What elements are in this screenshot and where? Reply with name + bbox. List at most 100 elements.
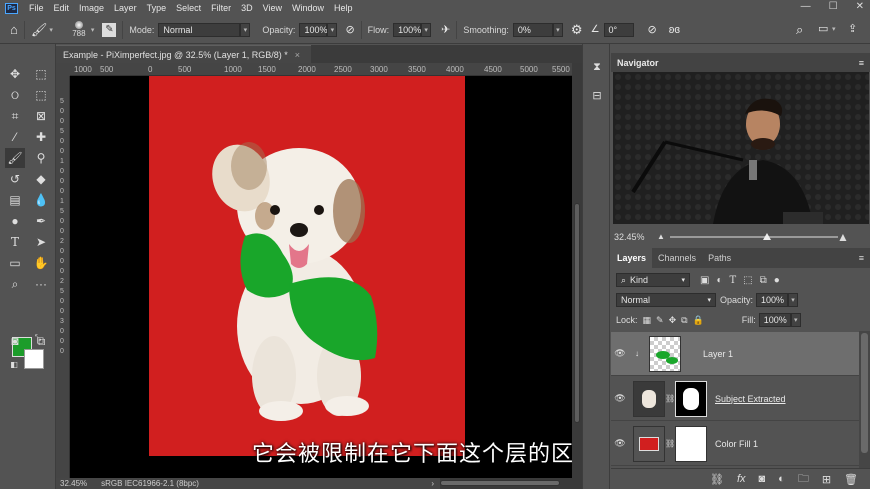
layer-fill-field[interactable]: 100% <box>758 313 791 327</box>
navigator-zoom-value[interactable]: 32.45% <box>614 232 645 242</box>
layers-scrollbar[interactable] <box>859 331 870 468</box>
history-brush-tool-icon[interactable]: ↺ <box>5 169 25 189</box>
lock-image-icon[interactable]: ✎ <box>656 315 664 326</box>
search-icon[interactable]: ⌕ <box>796 22 803 38</box>
chevron-down-icon[interactable]: ▾ <box>421 22 432 37</box>
chevron-down-icon[interactable]: ▾ <box>327 22 338 37</box>
more-tools-icon[interactable]: ··· <box>31 274 51 294</box>
brush-size-picker[interactable]: 788 <box>67 21 91 38</box>
dodge-tool-icon[interactable]: ● <box>5 211 25 231</box>
visibility-eye-icon[interactable]: 👁 <box>611 393 629 404</box>
object-selection-tool-icon[interactable]: ⬚ <box>31 85 51 105</box>
menu-3d[interactable]: 3D <box>236 3 258 13</box>
status-zoom[interactable]: 32.45% <box>60 479 87 488</box>
lock-position-icon[interactable]: ✥ <box>669 315 677 326</box>
add-mask-icon[interactable]: ◙ <box>759 473 766 485</box>
mountain-small-icon[interactable]: ▲ <box>657 232 665 241</box>
mountain-large-icon[interactable]: ▲ <box>837 230 849 244</box>
menu-edit[interactable]: Edit <box>49 3 75 13</box>
lock-all-icon[interactable]: 🔒 <box>693 315 704 326</box>
crop-tool-icon[interactable]: ⌗ <box>5 106 25 126</box>
navigator-zoom-slider[interactable] <box>670 236 838 238</box>
layer-row-layer-1[interactable]: 👁 ↓ Layer 1 <box>611 332 859 376</box>
layer-opacity-field[interactable]: 100% <box>756 293 789 307</box>
eraser-tool-icon[interactable]: ◆ <box>31 169 51 189</box>
flow-field[interactable]: 100% <box>393 22 421 37</box>
chevron-down-icon[interactable]: ▾ <box>788 293 799 307</box>
trash-icon[interactable]: 🗑 <box>844 473 858 486</box>
minimize-icon[interactable]: — <box>801 1 811 12</box>
brush-settings-icon[interactable]: ✎ <box>102 22 117 37</box>
clone-stamp-tool-icon[interactable]: ⚲ <box>31 148 51 168</box>
blur-tool-icon[interactable]: 💧 <box>31 190 51 210</box>
canvas[interactable]: 它会被限制在它下面这个层的区域 <box>70 76 572 478</box>
visibility-eye-icon[interactable]: 👁 <box>611 348 629 359</box>
blend-mode-select[interactable]: Normal ▾ <box>616 293 716 307</box>
symmetry-butterfly-icon[interactable]: ʚɞ <box>669 24 680 36</box>
healing-brush-tool-icon[interactable]: ✚ <box>31 127 51 147</box>
eyedropper-tool-icon[interactable]: ⁄ <box>5 127 25 147</box>
tab-channels[interactable]: Channels <box>652 253 702 268</box>
layer-name[interactable]: Subject Extracted <box>715 394 786 404</box>
airbrush-icon[interactable]: ✈ <box>441 23 450 36</box>
lock-artboard-icon[interactable]: ⧉ <box>681 315 687 326</box>
navigator-panel-title[interactable]: Navigator ≡ <box>611 53 870 72</box>
ruler-left[interactable]: 5 0 0 5 0 0 1 0 0 0 1 5 0 0 2 0 0 0 2 5 0 0 3 0 0 0 <box>56 76 70 478</box>
new-layer-icon[interactable]: ⊞ <box>822 473 831 486</box>
layer-name[interactable]: Layer 1 <box>703 349 733 359</box>
history-panel-icon[interactable]: ⧗ <box>588 58 606 76</box>
chevron-right-icon[interactable]: › <box>431 479 434 488</box>
navigator-preview[interactable] <box>613 72 869 224</box>
menu-type[interactable]: Type <box>142 3 172 13</box>
menu-help[interactable]: Help <box>329 3 358 13</box>
pressure-opacity-icon[interactable]: ⊘ <box>345 23 354 36</box>
panel-menu-icon[interactable]: ≡ <box>859 58 864 68</box>
layer-row-subject-extracted[interactable]: 👁 ⛓ Subject Extracted <box>611 377 859 421</box>
adjustment-filter-icon[interactable]: ◐ <box>716 275 722 286</box>
frame-tool-icon[interactable]: ⊠ <box>31 106 51 126</box>
document-tab[interactable]: Example - PiXimperfect.jpg @ 32.5% (Laye… <box>56 45 311 63</box>
kind-filter-select[interactable]: ⌕ Kind ▾ <box>616 273 690 287</box>
layer-row-color-fill-1[interactable]: 👁 ⛓ Color Fill 1 <box>611 422 859 466</box>
type-tool-icon[interactable]: T <box>5 232 25 252</box>
quick-mask-icon[interactable]: ◙ <box>5 331 25 351</box>
workspace-icon[interactable]: ▭ <box>818 22 828 35</box>
lock-transparent-icon[interactable]: ▦ <box>643 315 652 326</box>
close-window-icon[interactable]: ✕ <box>856 1 864 12</box>
menu-select[interactable]: Select <box>171 3 206 13</box>
lasso-tool-icon[interactable]: ଠ <box>5 85 25 105</box>
panel-menu-icon[interactable]: ≡ <box>859 253 864 263</box>
menu-layer[interactable]: Layer <box>109 3 142 13</box>
screen-mode-icon[interactable]: ⧉ <box>31 331 51 351</box>
chevron-down-icon[interactable]: ▾ <box>552 22 563 37</box>
zoom-tool-icon[interactable]: ⌕ <box>5 274 25 294</box>
gear-icon[interactable]: ⚙ <box>571 22 583 38</box>
tab-layers[interactable]: Layers <box>611 248 653 268</box>
marquee-tool-icon[interactable]: ⬚ <box>31 64 51 84</box>
smoothing-field[interactable]: 0% <box>512 22 553 37</box>
link-layers-icon[interactable]: ⛓ <box>710 473 724 486</box>
new-group-icon[interactable]: 🗀 <box>798 470 809 489</box>
document-image[interactable] <box>149 76 465 456</box>
type-filter-icon[interactable]: T <box>730 275 737 286</box>
layer-mask-thumbnail[interactable] <box>675 380 707 417</box>
chevron-down-icon[interactable]: ▾ <box>832 25 836 33</box>
hand-tool-icon[interactable]: ✋ <box>31 253 51 273</box>
brush-tool-icon[interactable]: 🖌 <box>5 148 25 168</box>
smart-object-filter-icon[interactable]: ⧉ <box>760 275 767 286</box>
move-tool-icon[interactable]: ✥ <box>5 64 25 84</box>
menu-file[interactable]: File <box>24 3 49 13</box>
layer-style-fx-icon[interactable]: fx <box>737 473 746 485</box>
pixel-filter-icon[interactable]: ▣ <box>700 275 709 286</box>
mask-link-icon[interactable]: ⛓ <box>665 439 675 448</box>
vertical-scrollbar[interactable] <box>572 63 582 478</box>
adjustment-layer-icon[interactable]: ◐ <box>778 473 785 485</box>
path-selection-tool-icon[interactable]: ➤ <box>31 232 51 252</box>
mode-select[interactable]: Normal <box>158 22 241 37</box>
brush-tool-preset-icon[interactable]: 🖌 <box>31 22 48 38</box>
chevron-down-icon[interactable]: ▾ <box>91 26 95 34</box>
properties-panel-icon[interactable]: ⊟ <box>588 86 606 104</box>
default-colors-icon[interactable]: ◧ <box>8 358 20 370</box>
fill-color-thumbnail[interactable] <box>633 425 665 462</box>
pen-tool-icon[interactable]: ✒ <box>31 211 51 231</box>
